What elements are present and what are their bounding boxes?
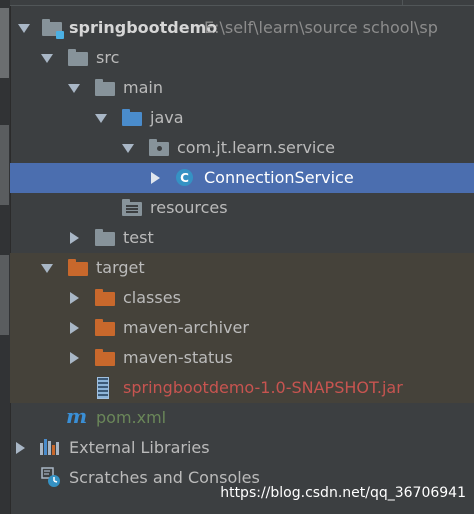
main-label: main: [123, 78, 163, 97]
tree-row-pom[interactable]: m pom.xml: [10, 403, 474, 433]
project-name: springbootdemo: [69, 18, 218, 37]
package-icon: [149, 139, 169, 156]
tree-row-jar[interactable]: springbootdemo-1.0-SNAPSHOT.jar: [10, 373, 474, 403]
excluded-folder-icon: [95, 319, 115, 336]
maven-status-label: maven-status: [123, 348, 233, 367]
tree-row-package[interactable]: com.jt.learn.service: [10, 133, 474, 163]
tree-row-test[interactable]: test: [10, 223, 474, 253]
triangle-right-icon[interactable]: [151, 172, 160, 184]
triangle-down-icon[interactable]: [122, 144, 134, 153]
excluded-folder-icon: [68, 259, 88, 276]
tree-row-target[interactable]: target: [10, 253, 474, 283]
favorites-tool-tab[interactable]: [0, 255, 9, 335]
project-tool-tab[interactable]: [0, 8, 9, 78]
jar-icon: [97, 377, 109, 399]
folder-icon: [95, 229, 115, 246]
watermark-url: https://blog.csdn.net/qq_36706941: [220, 485, 466, 501]
tree-row-connection-service[interactable]: C ConnectionService: [10, 163, 474, 193]
folder-icon: [68, 49, 88, 66]
tree-row-main[interactable]: main: [10, 73, 474, 103]
triangle-right-icon[interactable]: [70, 292, 79, 304]
folder-icon: [95, 79, 115, 96]
triangle-down-icon[interactable]: [41, 54, 53, 63]
maven-archiver-label: maven-archiver: [123, 318, 249, 337]
tree-row-maven-archiver[interactable]: maven-archiver: [10, 313, 474, 343]
class-icon: C: [176, 169, 193, 186]
project-path: E:\self\learn\source school\sp: [204, 18, 438, 37]
module-badge-icon: [56, 31, 64, 39]
triangle-right-icon[interactable]: [70, 232, 79, 244]
tree-row-src[interactable]: src: [10, 43, 474, 73]
resources-label: resources: [150, 198, 228, 217]
test-label: test: [123, 228, 154, 247]
tree-row-java[interactable]: java: [10, 103, 474, 133]
triangle-down-icon[interactable]: [18, 24, 30, 33]
tree-row-project-root[interactable]: springbootdemo E:\self\learn\source scho…: [10, 13, 474, 43]
classes-label: classes: [123, 288, 181, 307]
libraries-icon: [40, 439, 60, 455]
excluded-folder-icon: [95, 289, 115, 306]
tree-row-maven-status[interactable]: maven-status: [10, 343, 474, 373]
resources-folder-icon: [122, 199, 142, 216]
tree-row-external-libraries[interactable]: External Libraries: [10, 433, 474, 463]
triangle-down-icon[interactable]: [41, 264, 53, 273]
src-label: src: [96, 48, 120, 67]
source-folder-icon: [122, 109, 142, 126]
triangle-right-icon[interactable]: [70, 352, 79, 364]
java-label: java: [150, 108, 184, 127]
tree-row-classes[interactable]: classes: [10, 283, 474, 313]
scratches-icon: [41, 467, 61, 487]
pom-label: pom.xml: [96, 408, 167, 427]
tree-row-resources[interactable]: resources: [10, 193, 474, 223]
class-label: ConnectionService: [204, 168, 354, 187]
triangle-right-icon[interactable]: [16, 442, 25, 454]
maven-icon: m: [66, 404, 88, 428]
jar-label: springbootdemo-1.0-SNAPSHOT.jar: [123, 378, 403, 397]
triangle-right-icon[interactable]: [70, 322, 79, 334]
structure-tool-tab[interactable]: [0, 125, 9, 205]
triangle-down-icon[interactable]: [68, 84, 80, 93]
excluded-folder-icon: [95, 349, 115, 366]
triangle-down-icon[interactable]: [95, 114, 107, 123]
package-label: com.jt.learn.service: [177, 138, 335, 157]
project-tool-window: springbootdemo E:\self\learn\source scho…: [0, 0, 474, 514]
external-libraries-label: External Libraries: [69, 438, 210, 457]
tool-window-header: [10, 0, 474, 6]
target-label: target: [96, 258, 145, 277]
